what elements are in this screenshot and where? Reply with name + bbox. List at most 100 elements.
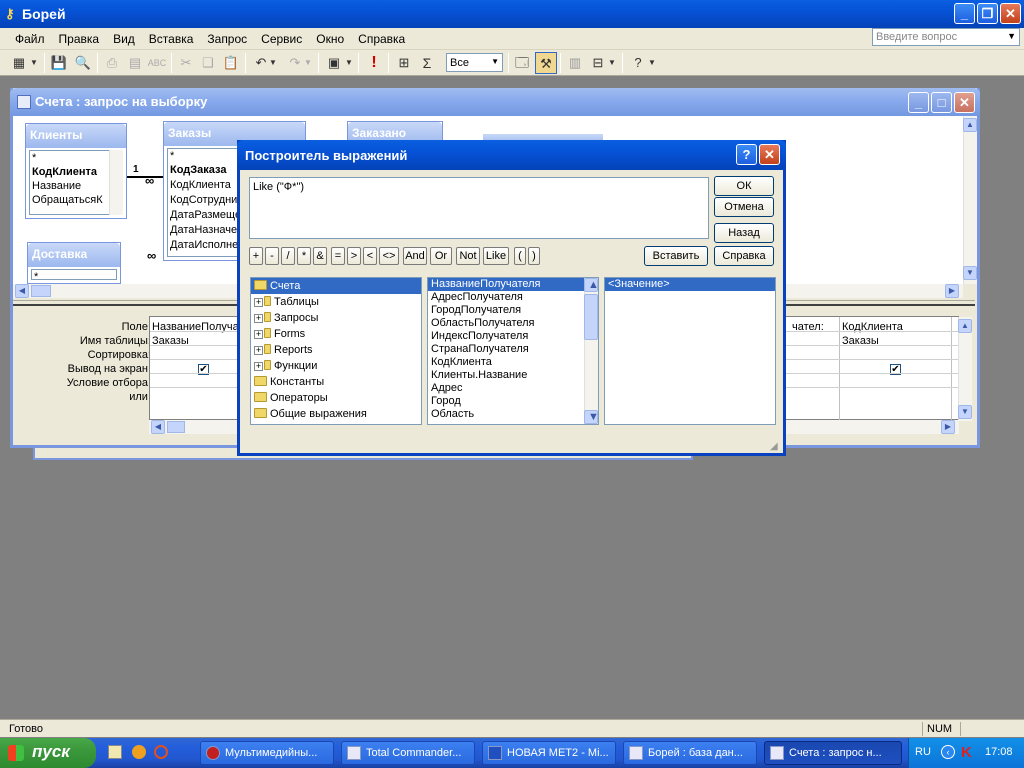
scroll-down-icon[interactable]: ▼ [958,405,972,419]
resize-grip-icon[interactable]: ◢ [770,441,778,452]
run-icon[interactable]: ! [363,52,385,74]
tree-item-queries[interactable]: + Запросы [251,310,421,326]
menu-insert[interactable]: Вставка [142,30,201,48]
dialog-close-button[interactable]: ✕ [759,144,780,165]
menu-view[interactable]: Вид [106,30,142,48]
expand-icon[interactable]: + [254,314,263,323]
field-list-item[interactable]: НазваниеПолучателя [428,278,584,291]
scroll-right-icon[interactable]: ▶ [945,284,959,298]
menu-window[interactable]: Окно [309,30,351,48]
field-list-item[interactable]: Область [428,408,598,421]
database-window-icon[interactable]: ▥ [564,52,586,74]
table-pane-vscroll[interactable] [963,116,977,284]
menu-tools[interactable]: Сервис [254,30,309,48]
operator-concat-button[interactable]: & [313,247,327,265]
expression-box[interactable]: Like ("Ф*") [249,177,709,239]
expand-icon[interactable]: + [254,330,263,339]
tree-item-reports[interactable]: + Reports [251,342,421,358]
task-borey-database[interactable]: Борей : база дан... [623,741,757,765]
object-tree[interactable]: Счета + Таблицы + Запросы + Forms + Reports … [250,277,422,425]
scroll-left-icon[interactable]: ◀ [151,420,165,434]
grid-column-3[interactable]: КодКлиента Заказы ✔ [840,317,952,421]
field-list-item[interactable]: СтранаПолучателя [428,343,598,356]
field-item[interactable]: * [30,151,111,165]
scroll-thumb[interactable] [31,285,51,297]
grid-column-2[interactable]: чател: [790,317,840,421]
table-card-clients[interactable]: Клиенты * КодКлиента Название Обращаться… [25,123,127,219]
new-object-dropdown-icon[interactable]: ▼ [606,52,618,74]
operator-less-button[interactable]: < [363,247,377,265]
operator-minus-button[interactable]: - [265,247,279,265]
scroll-down-icon[interactable]: ▼ [963,266,977,280]
menu-help[interactable]: Справка [351,30,412,48]
value-list-item[interactable]: <Значение> [605,278,775,291]
operator-like-button[interactable]: Like [483,247,509,265]
scroll-left-icon[interactable]: ◀ [15,284,29,298]
grid-column-1[interactable]: НазваниеПолучателя Заказы ✔ [150,317,240,421]
start-button[interactable]: пуск [0,738,96,768]
tree-item-common-expressions[interactable]: Общие выражения [251,406,421,422]
field-list-item[interactable]: Адрес [428,382,598,395]
task-total-commander[interactable]: Total Commander... [341,741,475,765]
scroll-down-icon[interactable]: ▼ [584,410,598,424]
search-icon[interactable]: 🔍 [72,52,94,74]
media-player-icon[interactable] [132,745,146,759]
table-title[interactable]: Доставка [28,243,120,267]
operator-or-button[interactable]: Or [430,247,452,265]
operator-greater-button[interactable]: > [347,247,361,265]
operator-divide-button[interactable]: / [281,247,295,265]
expression-text[interactable]: Like ("Ф*") [253,181,304,193]
tree-item-forms[interactable]: + Forms [251,326,421,342]
field-list-item[interactable]: ИндексПолучателя [428,330,598,343]
scroll-up-icon[interactable]: ▲ [958,319,972,333]
tray-arrow-icon[interactable]: ‹ [941,745,955,759]
view-icon[interactable]: ▦ [8,52,30,74]
scroll-up-icon[interactable]: ▲ [584,278,598,292]
table-card-delivery[interactable]: Доставка * [27,242,121,284]
query-maximize-button[interactable]: □ [931,92,952,113]
quicklaunch-icon[interactable] [108,745,122,759]
scroll-thumb[interactable] [167,421,185,433]
operator-and-button[interactable]: And [403,247,427,265]
close-button[interactable]: ✕ [1000,3,1021,24]
tree-item-constants[interactable]: Константы [251,374,421,390]
field-list[interactable]: НазваниеПолучателя АдресПолучателя Город… [427,277,599,425]
query-type-icon[interactable]: ▣ [323,52,345,74]
paste-button[interactable]: Вставить [644,246,708,266]
operator-not-equal-button[interactable]: <> [379,247,399,265]
cancel-button[interactable]: Отмена [714,197,774,217]
browser-icon[interactable] [154,745,168,759]
field-list-item[interactable]: АдресПолучателя [428,291,598,304]
operator-close-paren-button[interactable]: ) [528,247,540,265]
field-list-item[interactable]: КодКлиента [428,356,598,369]
chevron-down-icon[interactable]: ▼ [491,57,499,66]
query-close-button[interactable]: ✕ [954,92,975,113]
top-values-select[interactable]: Все ▼ [446,53,503,72]
scroll-thumb[interactable] [584,294,598,340]
expand-icon[interactable]: + [254,298,263,307]
properties-icon[interactable]: 🗔 [511,52,533,74]
operator-open-paren-button[interactable]: ( [514,247,526,265]
tree-item-tables[interactable]: + Таблицы [251,294,421,310]
table-title[interactable]: Клиенты [26,124,126,148]
scrollbar[interactable] [109,150,123,215]
operator-equal-button[interactable]: = [331,247,345,265]
copy-icon[interactable]: ❏ [197,52,219,74]
undo-dropdown-icon[interactable]: ▼ [268,52,278,74]
field-item[interactable]: ОбращатьсяК [30,193,111,207]
menu-query[interactable]: Запрос [200,30,254,48]
tree-item-operators[interactable]: Операторы [251,390,421,406]
cut-icon[interactable]: ✂ [175,52,197,74]
help-icon[interactable]: ? [627,52,649,74]
task-word-document[interactable]: НОВАЯ МЕТ2 - Mi... [482,741,616,765]
restore-button[interactable]: ❐ [977,3,998,24]
field-list-item[interactable]: ГородПолучателя [428,304,598,317]
operator-multiply-button[interactable]: * [297,247,311,265]
toolbar-options-icon[interactable]: ▼ [647,52,657,74]
menu-file[interactable]: Файл [8,30,52,48]
show-table-icon[interactable]: ⊞ [393,52,415,74]
print-icon[interactable]: ⎙ [101,52,123,74]
minimize-button[interactable]: _ [954,3,975,24]
view-dropdown-icon[interactable]: ▼ [28,52,40,74]
tree-item-functions[interactable]: + Функции [251,358,421,374]
